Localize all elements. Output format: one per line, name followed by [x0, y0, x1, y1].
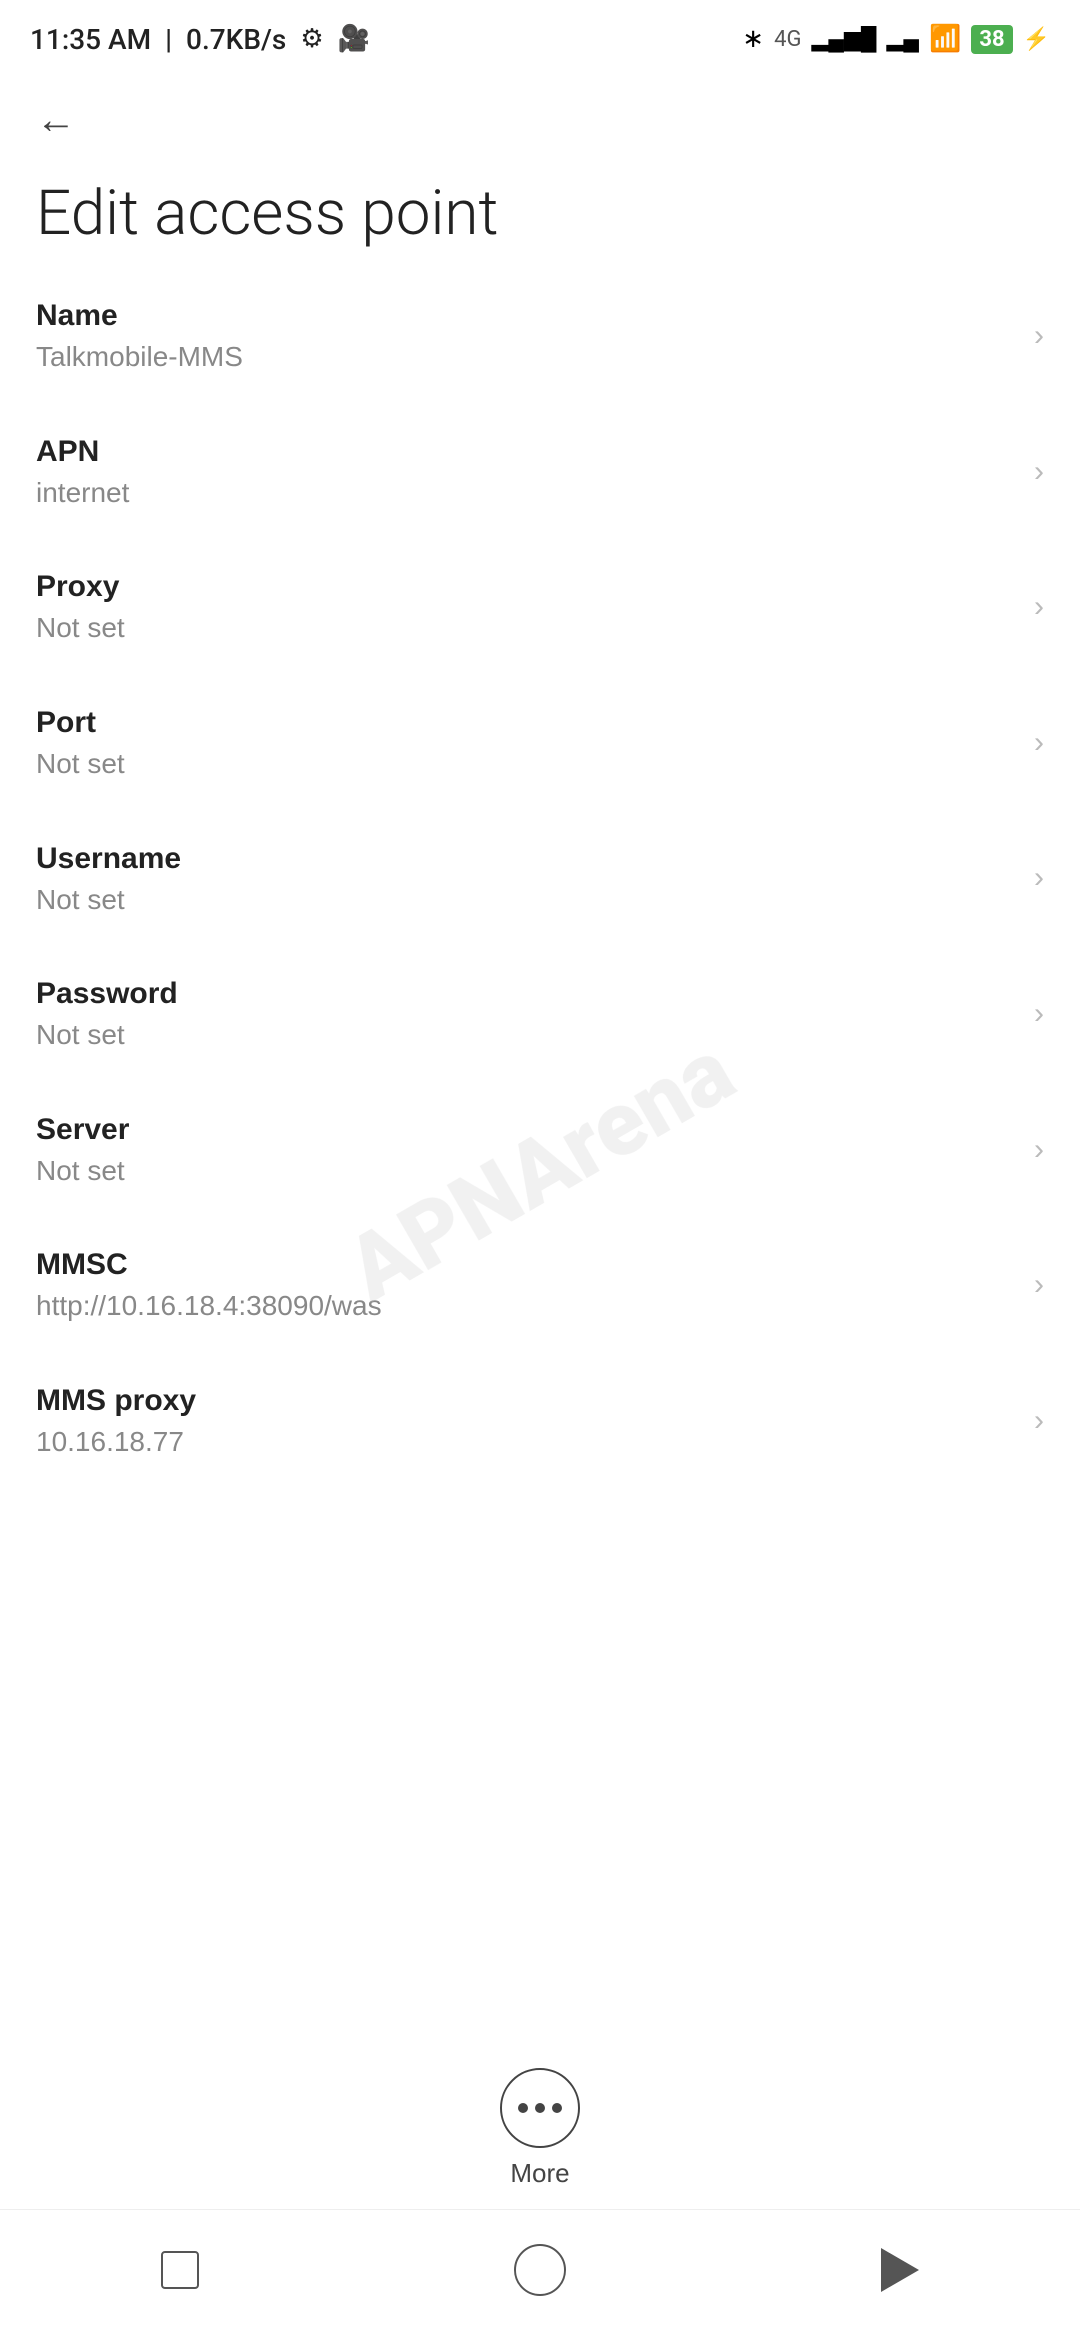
page-title: Edit access point — [0, 150, 1080, 268]
settings-item-username-label: Username — [36, 841, 181, 877]
settings-item-proxy[interactable]: Proxy Not set › — [0, 539, 1080, 675]
settings-item-username-value: Not set — [36, 883, 181, 917]
nav-back-icon — [881, 2248, 919, 2292]
settings-item-mmsc-value: http://10.16.18.4:38090/was — [36, 1289, 382, 1323]
settings-item-mmsc[interactable]: MMSC http://10.16.18.4:38090/was › — [0, 1217, 1080, 1353]
settings-item-server[interactable]: Server Not set › — [0, 1082, 1080, 1218]
settings-list: Name Talkmobile-MMS › APN internet › Pro… — [0, 268, 1080, 2038]
network-4g-icon: 4G — [774, 27, 801, 52]
chevron-right-icon: › — [1034, 319, 1044, 353]
nav-back-button[interactable] — [860, 2230, 940, 2310]
settings-item-name-content: Name Talkmobile-MMS — [36, 298, 243, 374]
more-circle-icon — [500, 2068, 580, 2148]
settings-item-apn[interactable]: APN internet › — [0, 404, 1080, 540]
settings-item-server-value: Not set — [36, 1154, 129, 1188]
chevron-right-icon: › — [1034, 997, 1044, 1031]
settings-item-mms-proxy-label: MMS proxy — [36, 1383, 196, 1419]
settings-item-mmsc-label: MMSC — [36, 1247, 382, 1283]
status-speed: | — [165, 23, 172, 56]
charging-icon: ⚡ — [1023, 27, 1050, 52]
settings-item-port[interactable]: Port Not set › — [0, 675, 1080, 811]
settings-item-port-content: Port Not set — [36, 705, 125, 781]
status-right: ∗ 4G ▂▄▆█ ▂▄ 📶 38 ⚡ — [742, 24, 1050, 54]
settings-item-name[interactable]: Name Talkmobile-MMS › — [0, 268, 1080, 404]
nav-bar — [0, 2209, 1080, 2340]
more-dot-1 — [518, 2103, 528, 2113]
chevron-right-icon: › — [1034, 1133, 1044, 1167]
settings-item-mms-proxy[interactable]: MMS proxy 10.16.18.77 › — [0, 1353, 1080, 1489]
back-arrow-icon: ← — [36, 98, 76, 142]
settings-item-password-label: Password — [36, 976, 178, 1012]
toolbar: ← — [0, 70, 1080, 150]
status-bar: 11:35 AM | 0.7KB/s ⚙ 🎥 ∗ 4G ▂▄▆█ ▂▄ 📶 38… — [0, 0, 1080, 70]
nav-recents-button[interactable] — [140, 2230, 220, 2310]
settings-item-mmsc-content: MMSC http://10.16.18.4:38090/was — [36, 1247, 382, 1323]
signal-2-icon: ▂▄ — [886, 26, 919, 52]
chevron-right-icon: › — [1034, 1268, 1044, 1302]
nav-home-icon — [514, 2244, 566, 2296]
settings-item-server-content: Server Not set — [36, 1112, 129, 1188]
more-dot-2 — [535, 2103, 545, 2113]
settings-item-proxy-label: Proxy — [36, 569, 125, 605]
nav-home-button[interactable] — [500, 2230, 580, 2310]
more-label: More — [510, 2158, 569, 2189]
settings-item-password-value: Not set — [36, 1018, 178, 1052]
nav-recents-icon — [161, 2251, 199, 2289]
chevron-right-icon: › — [1034, 1404, 1044, 1438]
settings-item-port-label: Port — [36, 705, 125, 741]
settings-item-mms-proxy-value: 10.16.18.77 — [36, 1425, 196, 1459]
camera-icon: 🎥 — [338, 24, 370, 54]
settings-item-username-content: Username Not set — [36, 841, 181, 917]
chevron-right-icon: › — [1034, 455, 1044, 489]
status-left: 11:35 AM | 0.7KB/s ⚙ 🎥 — [30, 23, 370, 56]
settings-item-password-content: Password Not set — [36, 976, 178, 1052]
gear-icon: ⚙ — [300, 24, 323, 54]
settings-item-name-value: Talkmobile-MMS — [36, 340, 243, 374]
more-dots — [518, 2103, 562, 2113]
bluetooth-icon: ∗ — [742, 24, 764, 54]
settings-item-apn-content: APN internet — [36, 434, 129, 510]
back-button[interactable]: ← — [36, 100, 76, 140]
settings-item-apn-value: internet — [36, 476, 129, 510]
more-dot-3 — [552, 2103, 562, 2113]
settings-item-mms-proxy-content: MMS proxy 10.16.18.77 — [36, 1383, 196, 1459]
settings-item-proxy-value: Not set — [36, 611, 125, 645]
settings-item-apn-label: APN — [36, 434, 129, 470]
settings-item-username[interactable]: Username Not set › — [0, 811, 1080, 947]
wifi-icon: 📶 — [929, 24, 961, 54]
more-section: More — [0, 2038, 1080, 2209]
settings-item-name-label: Name — [36, 298, 243, 334]
settings-item-port-value: Not set — [36, 747, 125, 781]
chevron-right-icon: › — [1034, 861, 1044, 895]
chevron-right-icon: › — [1034, 726, 1044, 760]
more-button[interactable]: More — [500, 2068, 580, 2189]
signal-icon: ▂▄▆█ — [811, 26, 876, 52]
status-network-speed: 0.7KB/s — [186, 23, 286, 56]
settings-item-password[interactable]: Password Not set › — [0, 946, 1080, 1082]
chevron-right-icon: › — [1034, 590, 1044, 624]
status-time: 11:35 AM — [30, 23, 151, 56]
settings-item-server-label: Server — [36, 1112, 129, 1148]
settings-item-proxy-content: Proxy Not set — [36, 569, 125, 645]
battery-icon: 38 — [971, 25, 1012, 54]
